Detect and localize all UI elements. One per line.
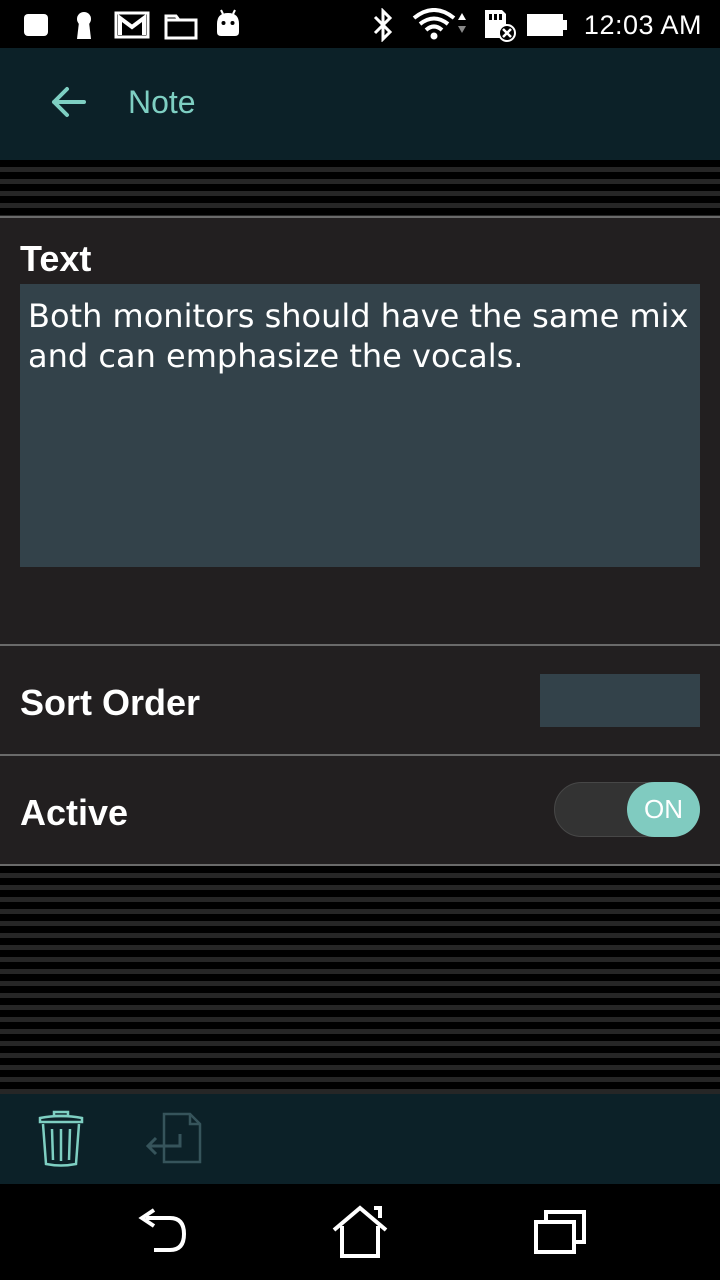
trash-icon[interactable] [36, 1110, 86, 1173]
back-icon[interactable] [132, 1208, 188, 1261]
status-bar: 12:03 AM [0, 0, 720, 48]
page-title: Note [128, 84, 196, 120]
folder-icon [164, 12, 198, 45]
sort-order-input[interactable] [540, 674, 700, 727]
recent-apps-icon[interactable] [532, 1208, 588, 1261]
status-time: 12:03 AM [583, 10, 702, 40]
wifi-icon [412, 8, 470, 47]
bluetooth-icon [370, 7, 396, 47]
toggle-state-text: ON [644, 794, 683, 824]
active-toggle[interactable]: ON [554, 782, 700, 837]
screen: 12:03 AM Note Text Both monitors should … [0, 0, 720, 1280]
text-field-label: Text [20, 238, 92, 279]
android-icon [214, 8, 242, 43]
action-bar [0, 1094, 720, 1184]
toggle-knob: ON [627, 782, 700, 837]
navigation-bar [0, 1184, 720, 1280]
sort-order-label: Sort Order [20, 682, 201, 723]
background-stripes-bottom [0, 866, 720, 1094]
home-icon[interactable] [330, 1204, 390, 1265]
sd-card-icon [482, 8, 516, 47]
divider [0, 754, 720, 756]
keyhole-icon [72, 10, 96, 45]
active-label: Active [20, 792, 129, 833]
gmail-icon [114, 11, 150, 44]
export-icon[interactable] [140, 1112, 202, 1171]
app-bar: Note [0, 48, 720, 160]
divider [0, 644, 720, 646]
background-stripes-top [0, 160, 720, 216]
notification-icon [22, 12, 50, 43]
battery-icon [526, 13, 568, 42]
note-text-input[interactable]: Both monitors should have the same mix a… [20, 284, 700, 567]
arrow-left-icon [50, 86, 86, 123]
back-button[interactable] [36, 74, 100, 134]
